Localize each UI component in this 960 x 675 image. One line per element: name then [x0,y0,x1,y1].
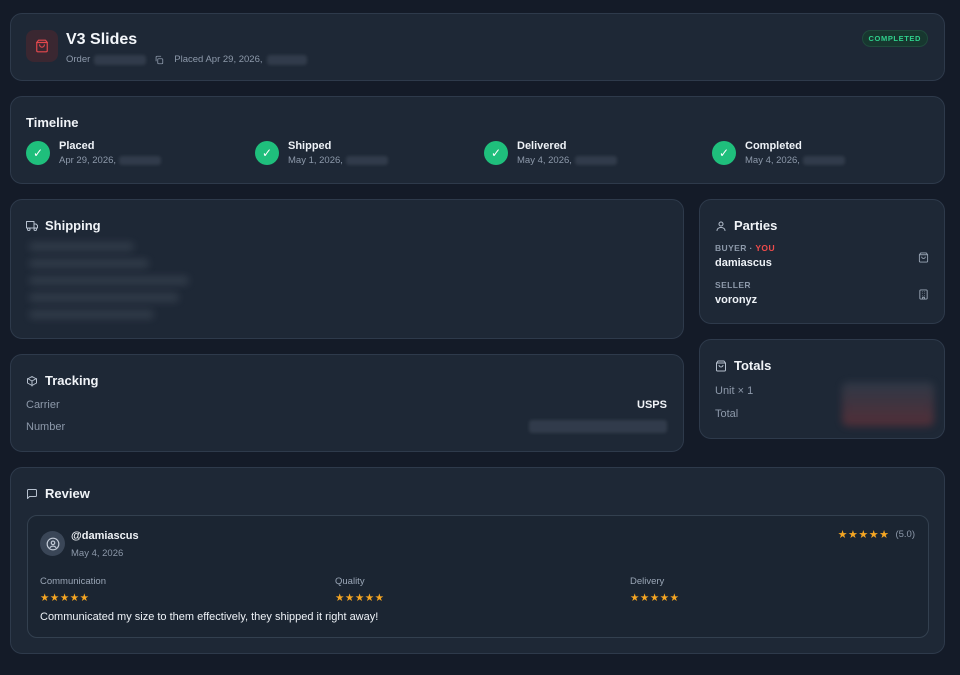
you-tag: YOU [755,243,775,253]
delivery-stars: ★★★★★ [630,592,680,604]
seller-entry: SELLER voronyz [715,280,929,306]
order-label: Order [66,54,91,65]
avatar [40,531,65,556]
placed-date: Placed Apr 29, 2026, [174,54,263,65]
communication-label: Communication [40,576,106,587]
parties-card: Parties BUYER · YOU damiascus SELLER vor… [699,199,945,324]
truck-icon [26,220,38,232]
step-time-redacted [345,156,388,165]
timeline-card: Timeline ✓ Placed Apr 29, 2026, ✓ Shippe… [10,96,945,184]
reviewer-name[interactable]: @damiascus [71,530,139,542]
communication-rating: Communication ★★★★★ [40,571,106,604]
shipping-address-redacted [29,242,189,327]
total-label: Total [715,408,739,420]
timeline-step-placed: ✓ Placed Apr 29, 2026, [26,140,162,166]
step-label: Completed [745,140,802,152]
step-time-redacted [802,156,845,165]
tracking-number-row: Number [26,420,667,433]
overall-score: (5.0) [895,529,915,540]
totals-title: Totals [734,358,772,373]
placed-time-redacted [266,54,307,65]
quality-label: Quality [335,576,365,587]
delivery-rating: Delivery ★★★★★ [630,571,680,604]
tracking-title: Tracking [45,373,99,388]
message-icon [26,488,38,500]
tracking-card: Tracking Carrier USPS Number [10,354,684,452]
user-icon [715,220,727,232]
order-header-card: V3 Slides Order Placed Apr 29, 2026, COM… [10,13,945,81]
building-icon [918,289,929,300]
carrier-row: Carrier USPS [26,399,667,411]
step-label: Placed [59,140,95,152]
shopping-bag-icon [918,252,929,263]
carrier-value: USPS [637,399,667,411]
star-rating-icons: ★★★★★ [837,529,890,541]
parties-title: Parties [734,218,778,233]
overall-rating: ★★★★★ (5.0) [838,528,915,541]
check-icon: ✓ [255,141,279,165]
step-date: May 4, 2026, [745,155,800,166]
order-id-redacted [94,54,147,65]
buyer-name: damiascus [715,257,772,269]
timeline-step-shipped: ✓ Shipped May 1, 2026, [255,140,388,166]
timeline-step-delivered: ✓ Delivered May 4, 2026, [484,140,617,166]
review-date: May 4, 2026 [71,548,124,559]
communication-stars: ★★★★★ [40,592,90,604]
shipping-title: Shipping [45,218,101,233]
order-meta: Order Placed Apr 29, 2026, [66,54,307,65]
step-time-redacted [574,156,617,165]
buyer-role: BUYER · [715,243,753,253]
shopping-bag-icon [26,30,58,62]
check-icon: ✓ [26,141,50,165]
order-title: V3 Slides [66,31,138,48]
totals-amount-redacted [842,382,934,426]
review-title: Review [45,486,90,501]
step-label: Delivered [517,140,567,152]
status-badge: COMPLETED [861,30,928,47]
review-text: Communicated my size to them effectively… [40,611,379,623]
step-date: May 1, 2026, [288,155,343,166]
tracking-number-redacted[interactable] [529,420,667,433]
seller-role: SELLER [715,280,751,290]
number-label: Number [26,420,66,433]
quality-stars: ★★★★★ [335,592,385,604]
unit-label: Unit × 1 [715,385,754,397]
quality-rating: Quality ★★★★★ [335,571,385,604]
step-date: Apr 29, 2026, [59,155,117,166]
buyer-entry: BUYER · YOU damiascus [715,243,929,269]
delivery-label: Delivery [630,576,665,587]
check-icon: ✓ [484,141,508,165]
bag-icon [715,360,727,372]
shipping-card: Shipping [10,199,684,339]
carrier-label: Carrier [26,399,60,411]
totals-card: Totals Unit × 1 Total [699,339,945,439]
review-card: Review @damiascus May 4, 2026 ★★★★★ (5.0… [10,467,945,654]
step-date: May 4, 2026, [517,155,572,166]
copy-icon[interactable] [154,55,164,65]
package-icon [26,375,38,387]
review-entry: @damiascus May 4, 2026 ★★★★★ (5.0) Commu… [27,515,929,638]
timeline-title: Timeline [26,115,79,130]
step-time-redacted [119,156,162,165]
seller-name: voronyz [715,294,758,306]
check-icon: ✓ [712,141,736,165]
step-label: Shipped [288,140,332,152]
timeline-step-completed: ✓ Completed May 4, 2026, [712,140,845,166]
